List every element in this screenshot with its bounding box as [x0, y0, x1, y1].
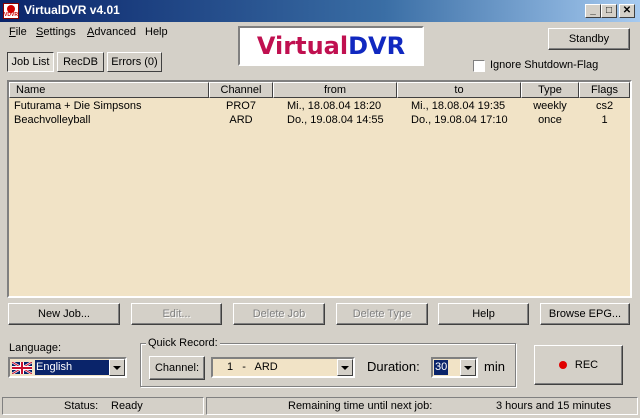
new-job-button[interactable]: New Job...: [8, 303, 120, 325]
chevron-down-icon: [341, 365, 349, 370]
duration-unit: min: [484, 359, 505, 374]
column-header-flags[interactable]: Flags: [579, 82, 630, 98]
channel-value: 1 - ARD: [227, 361, 278, 373]
edit-button[interactable]: Edit...: [131, 303, 222, 325]
ignore-shutdown-label: Ignore Shutdown-Flag: [490, 59, 599, 71]
close-button[interactable]: ✕: [619, 4, 635, 18]
record-dot-icon: [558, 361, 567, 369]
channel-select[interactable]: 1 - ARD: [211, 357, 355, 378]
job-type: weekly: [533, 100, 567, 112]
channel-dropdown-button[interactable]: [337, 359, 353, 376]
status-label: Status:: [64, 400, 99, 412]
job-flags: cs2: [595, 100, 614, 112]
menu-file-label: ile: [15, 26, 27, 38]
close-icon: ✕: [622, 5, 632, 16]
menu-advanced-label: dvanced: [94, 26, 136, 38]
menu-help-label: Help: [145, 26, 168, 38]
chevron-down-icon: [113, 365, 121, 370]
duration-select[interactable]: 30: [431, 357, 478, 378]
column-header-from[interactable]: from: [273, 82, 397, 98]
job-channel: PRO7: [226, 100, 256, 112]
logo-dvr: DVR: [348, 32, 406, 60]
window-title: VirtualDVR v4.01: [24, 3, 120, 17]
job-name: Beachvolleyball: [14, 114, 91, 126]
column-header-to[interactable]: to: [397, 82, 521, 98]
remaining-time-panel: Remaining time until next job: 3 hours a…: [206, 397, 638, 415]
maximize-button[interactable]: □: [601, 4, 617, 18]
job-type: once: [538, 114, 562, 126]
status-value: Ready: [111, 400, 143, 412]
delete-type-button[interactable]: Delete Type: [336, 303, 428, 325]
tab-errors[interactable]: Errors (0): [107, 52, 162, 72]
channel-button[interactable]: Channel:: [149, 356, 205, 380]
tab-job-list[interactable]: Job List: [7, 52, 54, 72]
quick-record-label: Quick Record:: [146, 337, 220, 349]
column-header-type[interactable]: Type: [521, 82, 579, 98]
rec-label: REC: [574, 359, 599, 371]
menu-help[interactable]: Help: [145, 26, 168, 38]
column-header-channel[interactable]: Channel: [209, 82, 273, 98]
language-select[interactable]: English: [8, 357, 127, 378]
language-dropdown-button[interactable]: [109, 359, 125, 376]
minimize-icon: _: [590, 5, 596, 16]
chevron-down-icon: [464, 365, 472, 370]
uk-flag-icon: [12, 362, 32, 374]
delete-job-button[interactable]: Delete Job: [233, 303, 325, 325]
duration-dropdown-button[interactable]: [460, 359, 476, 376]
job-to: Do., 19.08.04 17:10: [411, 114, 508, 126]
table-row[interactable]: Futurama + Die Simpsons PRO7 Mi., 18.08.…: [9, 99, 630, 113]
job-to: Mi., 18.08.04 19:35: [411, 100, 506, 112]
language-value: English: [35, 360, 109, 375]
minimize-button[interactable]: _: [585, 4, 601, 18]
menu-advanced[interactable]: Advanced: [87, 26, 136, 38]
job-channel: ARD: [229, 114, 253, 126]
duration-value: 30: [434, 360, 449, 375]
job-flags: 1: [601, 114, 608, 126]
standby-button[interactable]: Standby: [548, 28, 630, 50]
remaining-value: 3 hours and 15 minutes: [496, 400, 611, 412]
virtualdvr-logo: Virtual DVR: [238, 26, 424, 66]
maximize-icon: □: [605, 5, 613, 16]
job-from: Do., 19.08.04 14:55: [287, 114, 384, 126]
rec-button[interactable]: REC: [534, 345, 623, 385]
remaining-label: Remaining time until next job:: [288, 400, 433, 412]
job-from: Mi., 18.08.04 18:20: [287, 100, 382, 112]
job-list[interactable]: Name Channel from to Type Flags Futurama…: [7, 80, 632, 298]
status-panel: Status: Ready: [2, 397, 204, 415]
menu-file[interactable]: File: [9, 26, 27, 38]
app-icon[interactable]: [3, 3, 19, 19]
duration-label: Duration:: [367, 359, 420, 374]
browse-epg-button[interactable]: Browse EPG...: [540, 303, 630, 325]
ignore-shutdown-checkbox[interactable]: [473, 60, 485, 72]
logo-virtual: Virtual: [256, 32, 349, 60]
menu-settings[interactable]: Settings: [36, 26, 76, 38]
table-row[interactable]: Beachvolleyball ARD Do., 19.08.04 14:55 …: [9, 113, 630, 127]
menu-settings-label: ettings: [43, 26, 76, 38]
language-label: Language:: [9, 342, 61, 354]
job-name: Futurama + Die Simpsons: [14, 100, 142, 112]
column-header-name[interactable]: Name: [9, 82, 209, 98]
tab-recdb[interactable]: RecDB: [57, 52, 104, 72]
help-button[interactable]: Help: [438, 303, 529, 325]
menu-file-accel: F: [9, 26, 16, 38]
